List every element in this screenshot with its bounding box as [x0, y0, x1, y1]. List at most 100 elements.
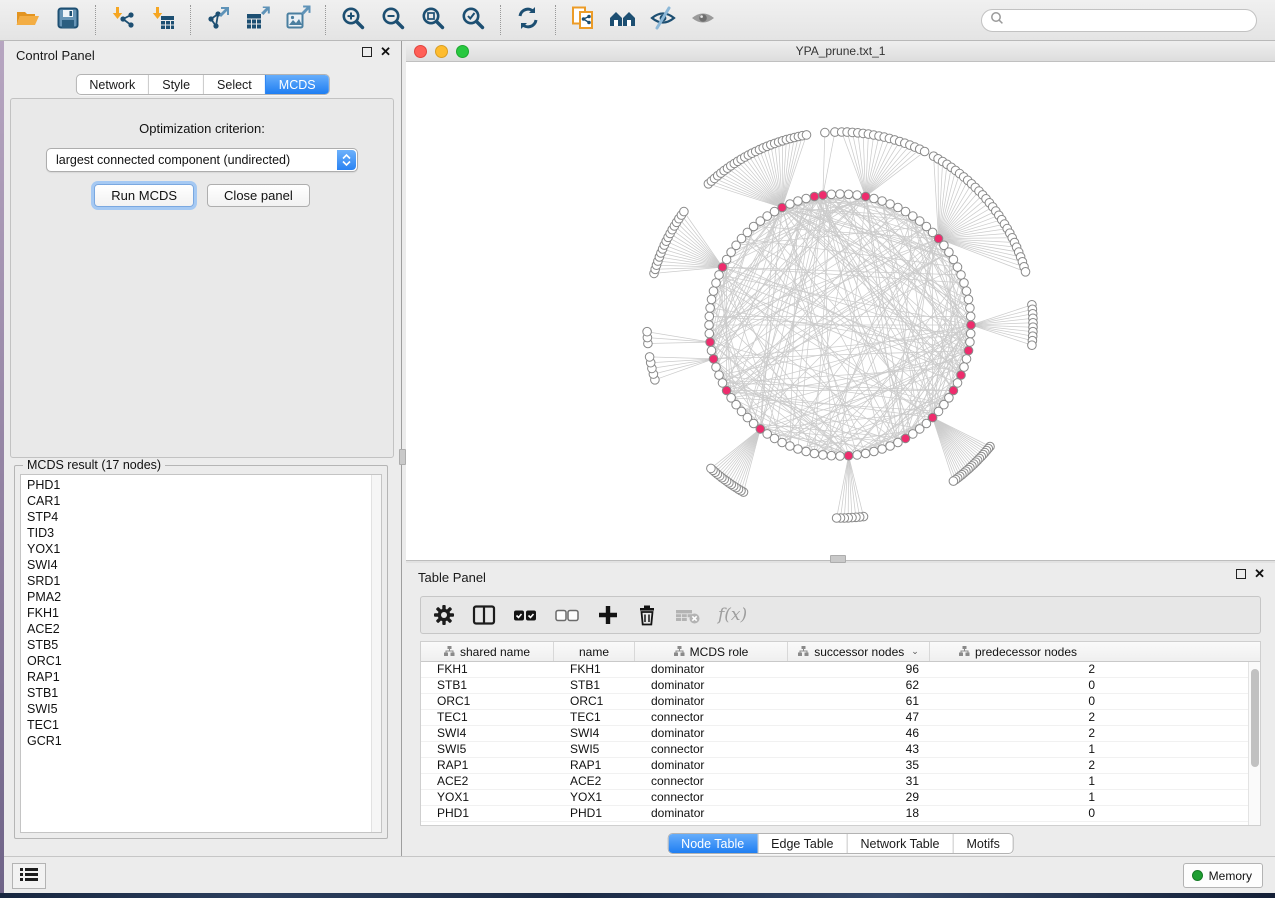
table-cell[interactable]: ACE2: [421, 774, 554, 789]
table-cell[interactable]: STB1: [554, 678, 635, 693]
table-row[interactable]: FKH1FKH1dominator962: [421, 662, 1248, 678]
table-cell[interactable]: PHD1: [554, 806, 635, 821]
float-panel-icon[interactable]: [362, 47, 372, 57]
delete-table-icon[interactable]: [675, 604, 701, 626]
mcds-result-item[interactable]: PMA2: [27, 589, 381, 605]
export-image-button[interactable]: [278, 3, 318, 37]
show-all-button[interactable]: [683, 3, 723, 37]
open-file-button[interactable]: [8, 3, 48, 37]
table-cell[interactable]: SWI4: [554, 726, 635, 741]
mcds-result-item[interactable]: SRD1: [27, 573, 381, 589]
zoom-selected-button[interactable]: [453, 3, 493, 37]
table-cell[interactable]: 18: [788, 806, 930, 821]
mcds-result-item[interactable]: SWI5: [27, 701, 381, 717]
table-row[interactable]: STB1STB1dominator620: [421, 678, 1248, 694]
table-cell[interactable]: SWI4: [421, 726, 554, 741]
table-cell[interactable]: 1: [930, 774, 1106, 789]
table-cell[interactable]: 43: [788, 742, 930, 757]
zoom-out-button[interactable]: [373, 3, 413, 37]
add-column-icon[interactable]: [597, 604, 619, 626]
table-cell[interactable]: dominator: [635, 726, 788, 741]
table-cell[interactable]: 62: [788, 678, 930, 693]
export-network-button[interactable]: [198, 3, 238, 37]
table-cell[interactable]: ORC1: [421, 694, 554, 709]
search-field[interactable]: [981, 9, 1257, 32]
settings-gear-icon[interactable]: [433, 604, 455, 626]
mcds-result-item[interactable]: CAR1: [27, 493, 381, 509]
search-input[interactable]: [1009, 14, 1248, 28]
table-cell[interactable]: connector: [635, 710, 788, 725]
function-builder-icon[interactable]: f(x): [718, 605, 747, 625]
mcds-result-item[interactable]: SWI4: [27, 557, 381, 573]
table-cell[interactable]: connector: [635, 790, 788, 805]
export-table-button[interactable]: [238, 3, 278, 37]
table-cell[interactable]: SWI5: [421, 742, 554, 757]
table-row[interactable]: TEC1TEC1connector472: [421, 710, 1248, 726]
table-cell[interactable]: dominator: [635, 806, 788, 821]
horizontal-splitter-handle[interactable]: [830, 555, 846, 563]
table-cell[interactable]: connector: [635, 774, 788, 789]
mcds-result-item[interactable]: ACE2: [27, 621, 381, 637]
table-row[interactable]: ORC1ORC1dominator610: [421, 694, 1248, 710]
table-cell[interactable]: ORC1: [554, 694, 635, 709]
delete-column-icon[interactable]: [636, 604, 658, 626]
mcds-result-item[interactable]: YOX1: [27, 541, 381, 557]
column-header-shared-name[interactable]: shared name: [421, 642, 554, 661]
table-cell[interactable]: 1: [930, 790, 1106, 805]
table-cell[interactable]: 46: [788, 726, 930, 741]
column-header-predecessor-nodes[interactable]: predecessor nodes: [930, 642, 1106, 661]
table-cell[interactable]: STB1: [421, 678, 554, 693]
table-row[interactable]: SWI4SWI4dominator462: [421, 726, 1248, 742]
zoom-in-button[interactable]: [333, 3, 373, 37]
close-panel-icon[interactable]: ✕: [1254, 569, 1265, 579]
table-cell[interactable]: YOX1: [421, 790, 554, 805]
column-header-MCDS-role[interactable]: MCDS role: [635, 642, 788, 661]
refresh-button[interactable]: [508, 3, 548, 37]
table-cell[interactable]: dominator: [635, 678, 788, 693]
save-session-button[interactable]: [48, 3, 88, 37]
network-graph-canvas[interactable]: [406, 62, 1275, 560]
mcds-result-item[interactable]: TEC1: [27, 717, 381, 733]
table-cell[interactable]: 2: [930, 662, 1106, 677]
mcds-result-item[interactable]: RAP1: [27, 669, 381, 685]
tab-motifs[interactable]: Motifs: [952, 834, 1012, 853]
mcds-result-item[interactable]: GCR1: [27, 733, 381, 749]
table-cell[interactable]: 61: [788, 694, 930, 709]
table-cell[interactable]: 96: [788, 662, 930, 677]
mcds-result-item[interactable]: PHD1: [27, 477, 381, 493]
table-cell[interactable]: 2: [930, 758, 1106, 773]
tab-select[interactable]: Select: [203, 75, 265, 94]
table-cell[interactable]: 35: [788, 758, 930, 773]
table-cell[interactable]: 31: [788, 774, 930, 789]
mcds-result-list[interactable]: PHD1CAR1STP4TID3YOX1SWI4SRD1PMA2FKH1ACE2…: [20, 474, 382, 833]
table-row[interactable]: ACE2ACE2connector311: [421, 774, 1248, 790]
tab-mcds[interactable]: MCDS: [265, 75, 329, 94]
table-cell[interactable]: 2: [930, 726, 1106, 741]
table-cell[interactable]: dominator: [635, 694, 788, 709]
table-scrollbar-thumb[interactable]: [1251, 669, 1259, 767]
select-all-icon[interactable]: [513, 604, 538, 626]
deselect-all-icon[interactable]: [555, 604, 580, 626]
close-window-button[interactable]: [414, 45, 427, 58]
close-panel-icon[interactable]: ✕: [380, 47, 391, 57]
run-mcds-button[interactable]: Run MCDS: [94, 184, 194, 207]
table-row[interactable]: SWI5SWI5connector431: [421, 742, 1248, 758]
mcds-result-item[interactable]: ORC1: [27, 653, 381, 669]
tab-edge-table[interactable]: Edge Table: [757, 834, 846, 853]
minimize-window-button[interactable]: [435, 45, 448, 58]
tab-network[interactable]: Network: [76, 75, 148, 94]
table-cell[interactable]: 0: [930, 806, 1106, 821]
table-cell[interactable]: SWI5: [554, 742, 635, 757]
table-cell[interactable]: FKH1: [554, 662, 635, 677]
column-header-name[interactable]: name: [554, 642, 635, 661]
neighbors-button[interactable]: [603, 3, 643, 37]
split-columns-icon[interactable]: [472, 604, 496, 626]
memory-button[interactable]: Memory: [1183, 863, 1263, 888]
zoom-window-button[interactable]: [456, 45, 469, 58]
table-scrollbar[interactable]: [1248, 662, 1260, 825]
mcds-result-item[interactable]: TID3: [27, 525, 381, 541]
import-table-button[interactable]: [143, 3, 183, 37]
tab-node-table[interactable]: Node Table: [668, 834, 757, 853]
table-cell[interactable]: FKH1: [421, 662, 554, 677]
table-cell[interactable]: TEC1: [421, 710, 554, 725]
